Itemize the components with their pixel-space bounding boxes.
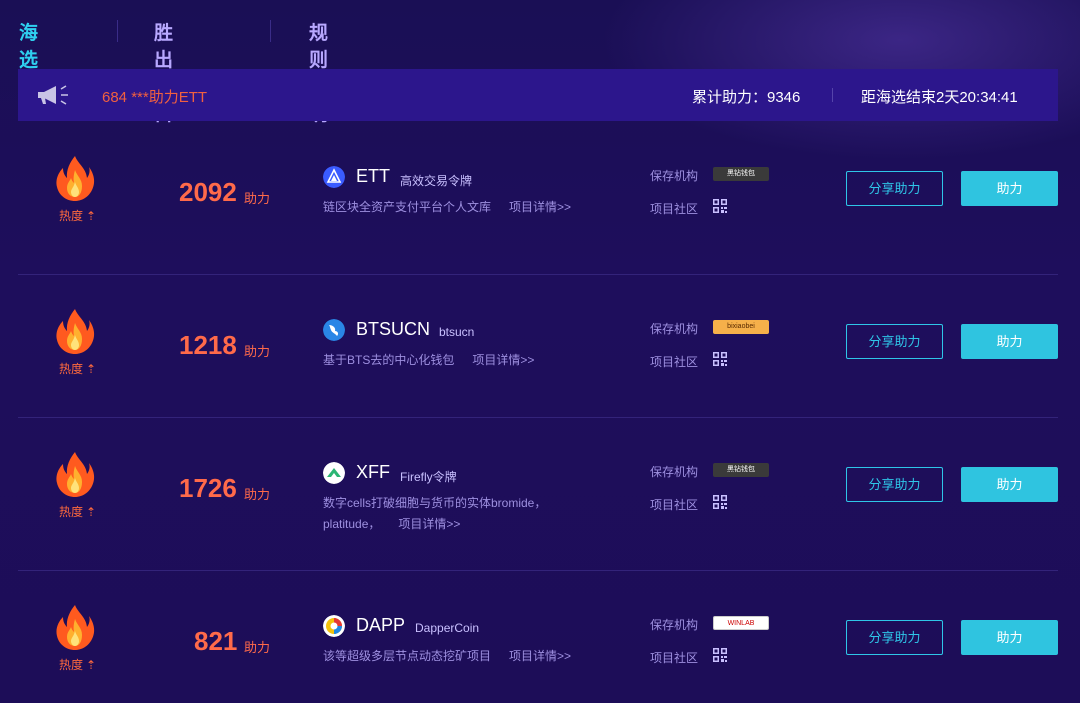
project-detail-link[interactable]: 项目详情>> <box>472 353 534 367</box>
custody-badge[interactable]: 黑钻钱包 <box>713 463 769 477</box>
custody-badge[interactable]: 黑钻钱包 <box>713 167 769 181</box>
project-description: 链区块全资产支付平台个人文库 项目详情>> <box>323 200 572 214</box>
project-description: 该等超级多层节点动态挖矿项目 项目详情>> <box>323 649 572 663</box>
project-row: 热度 ⇡ 1218 助力 BTSUCN btsucn 基于BTS去的中心化钱包 项目… <box>18 275 1058 418</box>
community-label: 项目社区 <box>650 202 699 216</box>
support-count: 1218 <box>179 330 237 360</box>
project-name: XFF <box>356 462 390 482</box>
community-label: 项目社区 <box>650 651 699 665</box>
up-arrow-icon: ⇡ <box>86 362 97 376</box>
community-label: 项目社区 <box>650 355 699 369</box>
megaphone-icon <box>38 85 68 105</box>
countdown: 距海选结束2天20:34:41 <box>861 89 1018 106</box>
community-label: 项目社区 <box>650 498 699 512</box>
qr-code-icon[interactable] <box>713 352 727 366</box>
project-detail-link[interactable]: 项目详情>> <box>398 517 460 531</box>
coin-logo-icon <box>323 615 345 637</box>
project-row: 热度 ⇡ 2092 助力 ETT 高效交易令牌 链区块全资产支付平台个人文库 项目详… <box>18 122 1058 275</box>
support-unit: 助力 <box>244 191 271 206</box>
project-subtitle: Firefly令牌 <box>400 470 457 484</box>
coin-logo-icon <box>323 166 345 188</box>
notice-message: 684 ***助力ETT <box>102 89 208 106</box>
heat-label: 热度 ⇡ <box>59 505 97 519</box>
project-subtitle: 高效交易令牌 <box>400 174 473 188</box>
share-support-button[interactable]: 分享助力 <box>846 620 943 655</box>
up-arrow-icon: ⇡ <box>86 658 97 672</box>
project-description: 基于BTS去的中心化钱包 项目详情>> <box>323 353 535 367</box>
support-count: 2092 <box>179 177 237 207</box>
support-button[interactable]: 助力 <box>961 324 1058 359</box>
up-arrow-icon: ⇡ <box>86 505 97 519</box>
support-unit: 助力 <box>244 487 271 502</box>
notice-separator <box>832 88 833 102</box>
coin-logo-icon <box>323 319 345 341</box>
support-button[interactable]: 助力 <box>961 620 1058 655</box>
project-subtitle: DapperCoin <box>415 621 480 635</box>
qr-code-icon[interactable] <box>713 495 727 509</box>
up-arrow-icon: ⇡ <box>86 209 97 223</box>
flame-icon <box>56 452 95 497</box>
coin-logo-icon <box>323 462 345 484</box>
project-subtitle: btsucn <box>439 325 475 339</box>
custody-badge[interactable]: bixiaobei <box>713 320 769 334</box>
support-button[interactable]: 助力 <box>961 467 1058 502</box>
qr-code-icon[interactable] <box>713 648 727 662</box>
flame-icon <box>56 309 95 354</box>
project-detail-link[interactable]: 项目详情>> <box>509 649 571 663</box>
share-support-button[interactable]: 分享助力 <box>846 324 943 359</box>
support-button[interactable]: 助力 <box>961 171 1058 206</box>
heat-label: 热度 ⇡ <box>59 362 97 376</box>
share-support-button[interactable]: 分享助力 <box>846 171 943 206</box>
custody-label: 保存机构 <box>650 322 699 336</box>
project-name: DAPP <box>356 615 406 635</box>
tab-separator <box>117 20 118 42</box>
support-count: 821 <box>194 626 238 656</box>
tab-separator <box>270 20 271 42</box>
custody-label: 保存机构 <box>650 465 699 479</box>
project-row: 热度 ⇡ 821 助力 DAPP DapperCoin 该等超级多层节点动态挖矿项… <box>18 571 1058 703</box>
custody-label: 保存机构 <box>650 169 699 183</box>
project-name: BTSUCN <box>356 319 431 339</box>
project-description: 数字cells打破细胞与货币的实体bromide，platitude， 项目详情>… <box>323 496 547 531</box>
project-row: 热度 ⇡ 1726 助力 XFF Firefly令牌 数字cells打破细胞与货币… <box>18 418 1058 571</box>
custody-label: 保存机构 <box>650 618 699 632</box>
notice-bar: 684 ***助力ETT 累计助力：9346 距海选结束2天20:34:41 <box>18 69 1058 121</box>
heat-label: 热度 ⇡ <box>59 209 97 223</box>
custody-badge[interactable]: WINLAB <box>713 616 769 630</box>
project-name: ETT <box>356 166 390 186</box>
project-detail-link[interactable]: 项目详情>> <box>509 200 571 214</box>
support-unit: 助力 <box>244 640 271 655</box>
total-support: 累计助力：9346 <box>692 89 801 106</box>
share-support-button[interactable]: 分享助力 <box>846 467 943 502</box>
support-count: 1726 <box>179 473 237 503</box>
heat-label: 热度 ⇡ <box>59 658 97 672</box>
flame-icon <box>56 156 95 201</box>
support-unit: 助力 <box>244 344 271 359</box>
flame-icon <box>56 605 95 650</box>
qr-code-icon[interactable] <box>713 199 727 213</box>
